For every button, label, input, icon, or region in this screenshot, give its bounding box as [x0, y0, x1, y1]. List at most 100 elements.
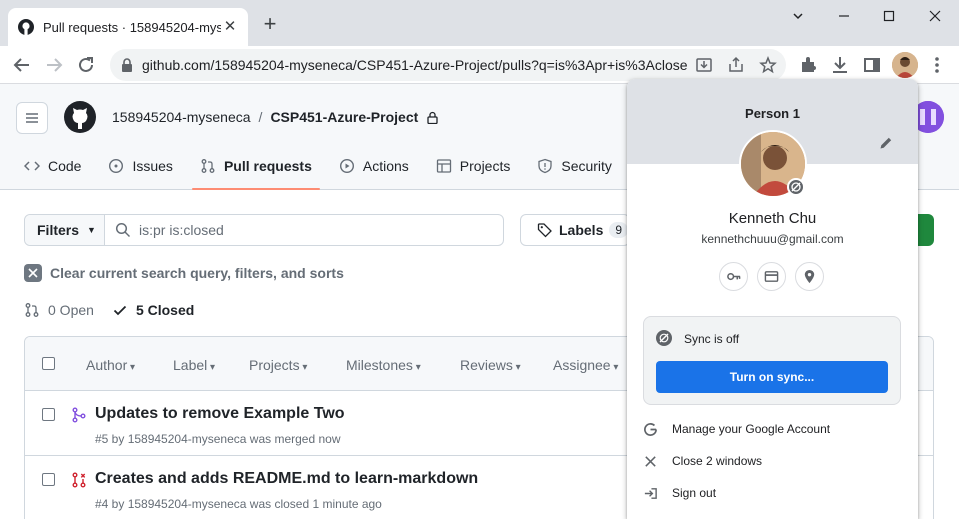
- close-windows-item[interactable]: Close 2 windows: [643, 449, 903, 473]
- clear-filters-link[interactable]: Clear current search query, filters, and…: [24, 264, 344, 282]
- tab-actions[interactable]: Actions: [331, 150, 417, 182]
- pr-meta: #4 by 158945204-myseneca was closed 1 mi…: [95, 497, 382, 511]
- sign-out-item[interactable]: Sign out: [643, 481, 903, 505]
- tab-search-icon[interactable]: [788, 6, 808, 26]
- sync-status: Sync is off: [684, 332, 740, 346]
- row-checkbox[interactable]: [42, 473, 55, 486]
- play-circle-icon: [339, 158, 354, 174]
- caret-down-icon: ▼: [87, 225, 96, 235]
- tab-pull-requests[interactable]: Pull requests: [191, 150, 320, 190]
- breadcrumb-separator: /: [258, 109, 263, 125]
- key-icon: [727, 272, 741, 281]
- pencil-icon[interactable]: [878, 135, 894, 151]
- minimize-icon[interactable]: [834, 6, 854, 26]
- close-window-icon[interactable]: [925, 6, 945, 26]
- code-icon: [24, 161, 40, 171]
- profile-avatar-button[interactable]: [892, 52, 918, 78]
- close-icon: [645, 455, 656, 467]
- google-g-icon: [644, 422, 657, 436]
- credit-card-icon: [764, 271, 779, 282]
- closed-state-link[interactable]: 5 Closed: [112, 302, 194, 318]
- manage-google-account-item[interactable]: Manage your Google Account: [643, 417, 903, 441]
- url-text[interactable]: github.com/158945204-myseneca/CSP451-Azu…: [142, 57, 687, 73]
- downloads-icon[interactable]: [829, 54, 851, 76]
- sign-out-label: Sign out: [672, 486, 717, 500]
- search-input[interactable]: [139, 222, 479, 238]
- back-arrow-icon[interactable]: [11, 54, 33, 76]
- closed-pull-request-icon: [72, 472, 86, 488]
- check-icon: [113, 305, 127, 316]
- pr-title-link[interactable]: Creates and adds README.md to learn-mark…: [95, 470, 478, 488]
- menu-icon: [26, 113, 38, 123]
- labels-button-label: Labels: [559, 222, 604, 238]
- label-filter[interactable]: Label: [173, 357, 215, 373]
- filters-search-group: Filters ▼: [24, 214, 504, 246]
- bookmark-star-icon[interactable]: [758, 55, 778, 75]
- profile-menu: Person 1 Kenneth Chu kennethchuuu@gmail.…: [627, 79, 918, 519]
- open-count-label: 0 Open: [48, 302, 94, 318]
- profile-title: Person 1: [745, 106, 800, 121]
- chrome-menu-icon[interactable]: [926, 54, 948, 76]
- tab-title: Pull requests · 158945204-myseneca/CSP45…: [43, 19, 221, 35]
- milestones-filter[interactable]: Milestones: [346, 357, 421, 373]
- repo-owner-link[interactable]: 158945204-myseneca: [112, 109, 251, 125]
- sync-off-badge-icon: [787, 178, 805, 196]
- manage-google-account-label: Manage your Google Account: [672, 422, 831, 436]
- reviews-filter[interactable]: Reviews: [460, 357, 521, 373]
- closed-count-label: 5 Closed: [135, 302, 195, 318]
- search-icon: [115, 222, 131, 238]
- extensions-icon[interactable]: [797, 54, 819, 76]
- reload-icon[interactable]: [75, 54, 97, 76]
- assignee-filter[interactable]: Assignee: [553, 357, 618, 373]
- install-app-icon[interactable]: [694, 55, 714, 75]
- github-logo-icon[interactable]: [64, 101, 96, 133]
- tab-close-icon[interactable]: ✕: [222, 19, 238, 35]
- labels-button[interactable]: Labels 9: [520, 214, 630, 246]
- addresses-button[interactable]: [795, 262, 824, 291]
- lock-icon[interactable]: [119, 57, 135, 73]
- shield-icon: [538, 158, 553, 174]
- payment-methods-button[interactable]: [757, 262, 786, 291]
- share-icon[interactable]: [726, 55, 746, 75]
- open-state-link[interactable]: 0 Open: [24, 302, 94, 318]
- hamburger-menu-button[interactable]: [16, 102, 48, 134]
- browser-tab[interactable]: Pull requests · 158945204-myseneca/CSP45…: [8, 8, 248, 46]
- pr-title-link[interactable]: Updates to remove Example Two: [95, 405, 345, 423]
- breadcrumb: 158945204-myseneca / CSP451-Azure-Projec…: [112, 109, 439, 125]
- address-bar[interactable]: github.com/158945204-myseneca/CSP451-Azu…: [110, 49, 786, 81]
- profile-email: kennethchuuu@gmail.com: [701, 232, 844, 246]
- tab-issues[interactable]: Issues: [100, 150, 180, 182]
- repo-name-link[interactable]: CSP451-Azure-Project: [270, 109, 418, 125]
- side-panel-icon[interactable]: [861, 54, 883, 76]
- pull-request-icon: [25, 303, 39, 317]
- forward-arrow-icon[interactable]: [43, 54, 65, 76]
- tab-projects[interactable]: Projects: [428, 150, 519, 182]
- projects-filter[interactable]: Projects: [249, 357, 307, 373]
- passwords-button[interactable]: [719, 262, 748, 291]
- tab-projects-label: Projects: [459, 158, 511, 174]
- labels-count-badge: 9: [609, 222, 629, 238]
- tab-security[interactable]: Security: [529, 150, 620, 182]
- filters-button-label: Filters: [37, 222, 80, 238]
- close-windows-label: Close 2 windows: [672, 454, 763, 468]
- row-checkbox[interactable]: [42, 408, 55, 421]
- table-icon: [436, 159, 451, 173]
- select-all-checkbox[interactable]: [42, 357, 55, 370]
- state-toggle: 0 Open 5 Closed: [24, 302, 194, 318]
- new-tab-button[interactable]: +: [258, 12, 282, 36]
- merged-icon: [72, 407, 86, 423]
- tab-code-label: Code: [48, 158, 82, 174]
- repo-nav: Code Issues Pull requests Actions Projec…: [16, 150, 674, 190]
- turn-on-sync-button[interactable]: Turn on sync...: [656, 361, 888, 393]
- issue-icon: [109, 158, 124, 174]
- browser-tab-strip: Pull requests · 158945204-myseneca/CSP45…: [0, 0, 959, 46]
- tag-icon: [537, 223, 552, 238]
- sync-off-icon: [656, 330, 672, 346]
- tab-code[interactable]: Code: [16, 150, 89, 182]
- maximize-icon[interactable]: [879, 6, 899, 26]
- pr-meta: #5 by 158945204-myseneca was merged now: [95, 432, 341, 446]
- github-favicon-icon: [18, 19, 34, 35]
- pull-request-icon: [201, 159, 215, 173]
- author-filter[interactable]: Author: [86, 357, 135, 373]
- filters-button[interactable]: Filters ▼: [25, 215, 105, 245]
